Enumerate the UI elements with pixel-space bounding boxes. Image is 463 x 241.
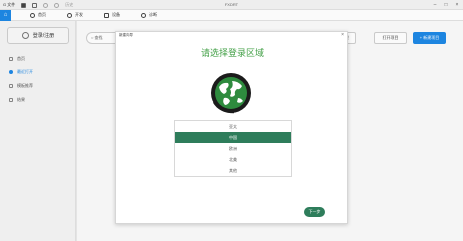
dialog-heading: 请选择登录区域 [200, 48, 264, 58]
region-item-north-america[interactable]: 北美 [175, 154, 291, 165]
region-item-apac[interactable]: 亚太 [175, 121, 291, 132]
close-icon[interactable]: × [341, 32, 344, 38]
region-dialog: 新建向导 × 请选择登录区域 亚太 中国 欧洲 北美 其他 下一步 [115, 31, 348, 224]
region-item-europe[interactable]: 欧洲 [175, 143, 291, 154]
globe-icon [211, 73, 251, 114]
next-button[interactable]: 下一步 [304, 207, 325, 217]
region-item-china[interactable]: 中国 [175, 132, 291, 143]
region-item-other[interactable]: 其他 [175, 165, 291, 176]
dialog-title: 新建向导 [119, 33, 133, 37]
region-list: 亚太 中国 欧洲 北美 其他 [174, 120, 292, 177]
